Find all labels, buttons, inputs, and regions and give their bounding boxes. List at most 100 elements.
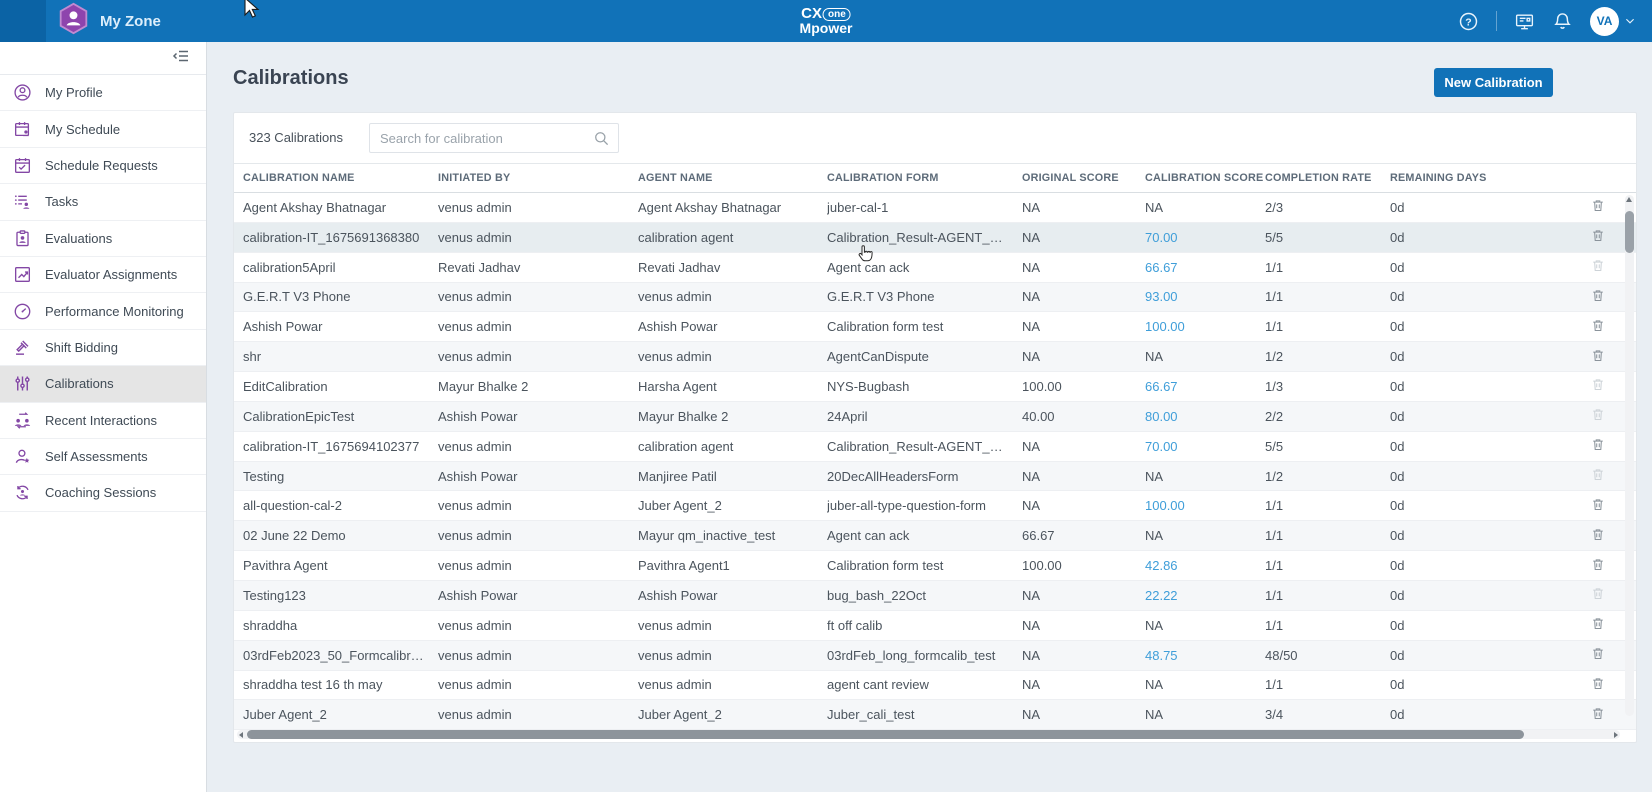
help-icon[interactable]: ? <box>1458 11 1479 32</box>
cell-completion-rate: 3/4 <box>1265 707 1390 722</box>
table-row[interactable]: all-question-cal-2venus adminJuber Agent… <box>234 491 1636 521</box>
cell-calibration-score[interactable]: 70.00 <box>1145 230 1265 245</box>
table-row[interactable]: shraddhavenus adminvenus adminft off cal… <box>234 611 1636 641</box>
table-row[interactable]: 02 June 22 Demovenus adminMayur qm_inact… <box>234 521 1636 551</box>
vertical-scrollbar-thumb[interactable] <box>1625 211 1634 253</box>
column-header-calibration-score[interactable]: CALIBRATION SCORE <box>1145 172 1265 184</box>
cell-calibration-form: Calibration_Result-AGENT_CAN_... <box>827 230 1022 245</box>
sidebar-item-recent-interactions[interactable]: Recent Interactions <box>0 403 206 439</box>
new-calibration-button[interactable]: New Calibration <box>1434 68 1553 97</box>
scroll-left-arrow[interactable] <box>239 732 243 738</box>
delete-row-button[interactable] <box>1576 287 1620 307</box>
horizontal-scrollbar-thumb[interactable] <box>247 730 1524 739</box>
cell-agent-name: Pavithra Agent1 <box>638 558 827 573</box>
table-row[interactable]: shraddha test 16 th mayvenus adminvenus … <box>234 671 1636 701</box>
cell-calibration-form: Agent can ack <box>827 260 1022 275</box>
cell-calibration-name: shraddha test 16 th may <box>243 677 438 692</box>
cell-original-score: 100.00 <box>1022 558 1145 573</box>
delete-row-button[interactable] <box>1576 496 1620 516</box>
search-box[interactable] <box>369 123 619 153</box>
sidebar-item-label: Evaluations <box>45 231 112 246</box>
sidebar-item-calibrations[interactable]: Calibrations <box>0 366 206 402</box>
table-row[interactable]: calibration5AprilRevati JadhavRevati Jad… <box>234 253 1636 283</box>
column-header-original-score[interactable]: ORIGINAL SCORE <box>1022 172 1145 184</box>
column-header-agent-name[interactable]: AGENT NAME <box>638 172 827 184</box>
cell-remaining-days: 0d <box>1390 200 1576 215</box>
delete-row-button[interactable] <box>1576 705 1620 725</box>
delete-row-button[interactable] <box>1576 675 1620 695</box>
notifications-bell-icon[interactable] <box>1552 11 1573 32</box>
table-row[interactable]: calibration-IT_1675694102377venus adminc… <box>234 432 1636 462</box>
scroll-right-arrow[interactable] <box>1614 732 1618 738</box>
sidebar-item-schedule-requests[interactable]: Schedule Requests <box>0 148 206 184</box>
cell-calibration-score[interactable]: 66.67 <box>1145 260 1265 275</box>
trash-icon <box>1590 347 1606 367</box>
cell-original-score: 100.00 <box>1022 379 1145 394</box>
task-list-icon <box>13 192 32 211</box>
cell-calibration-score[interactable]: 22.22 <box>1145 588 1265 603</box>
app-launcher-button[interactable] <box>0 0 46 42</box>
scroll-up-arrow[interactable] <box>1626 197 1632 202</box>
trash-icon <box>1590 436 1606 456</box>
cell-calibration-score[interactable]: 80.00 <box>1145 409 1265 424</box>
sidebar-item-evaluations[interactable]: Evaluations <box>0 221 206 257</box>
sidebar-item-coaching-sessions[interactable]: Coaching Sessions <box>0 475 206 511</box>
table-row[interactable]: EditCalibrationMayur Bhalke 2Harsha Agen… <box>234 372 1636 402</box>
sidebar-item-label: Tasks <box>45 194 78 209</box>
delete-row-button[interactable] <box>1576 347 1620 367</box>
vertical-scrollbar[interactable] <box>1625 195 1634 716</box>
table-row[interactable]: TestingAshish PowarManjiree Patil20DecAl… <box>234 462 1636 492</box>
horizontal-scrollbar[interactable] <box>237 730 1620 739</box>
header-divider <box>1496 11 1497 31</box>
cell-completion-rate: 1/1 <box>1265 498 1390 513</box>
sidebar-item-my-schedule[interactable]: My Schedule <box>0 111 206 147</box>
table-row[interactable]: Juber Agent_2venus adminJuber Agent_2Jub… <box>234 700 1636 730</box>
cell-calibration-score[interactable]: 93.00 <box>1145 289 1265 304</box>
delete-row-button[interactable] <box>1576 556 1620 576</box>
cell-calibration-score[interactable]: 48.75 <box>1145 648 1265 663</box>
sidebar-item-self-assessments[interactable]: Self Assessments <box>0 439 206 475</box>
table-row[interactable]: shrvenus adminvenus adminAgentCanDispute… <box>234 342 1636 372</box>
column-header-calibration-name[interactable]: CALIBRATION NAME <box>243 172 438 184</box>
column-header-calibration-form[interactable]: CALIBRATION FORM <box>827 172 1022 184</box>
table-row[interactable]: Ashish Powarvenus adminAshish PowarCalib… <box>234 312 1636 342</box>
search-input[interactable] <box>370 131 593 146</box>
delete-row-button[interactable] <box>1576 436 1620 456</box>
cell-remaining-days: 0d <box>1390 707 1576 722</box>
table-row[interactable]: Pavithra Agentvenus adminPavithra Agent1… <box>234 551 1636 581</box>
delete-row-button[interactable] <box>1576 645 1620 665</box>
sidebar-item-my-profile[interactable]: My Profile <box>0 75 206 111</box>
cell-completion-rate: 1/1 <box>1265 289 1390 304</box>
table-row[interactable]: Testing123Ashish PowarAshish Powarbug_ba… <box>234 581 1636 611</box>
sidebar-item-shift-bidding[interactable]: Shift Bidding <box>0 330 206 366</box>
screen-share-icon[interactable] <box>1514 11 1535 32</box>
sidebar-item-performance-monitoring[interactable]: Performance Monitoring <box>0 293 206 329</box>
delete-row-button[interactable] <box>1576 197 1620 217</box>
delete-row-button[interactable] <box>1576 227 1620 247</box>
column-header-completion-rate[interactable]: COMPLETION RATE <box>1265 172 1390 184</box>
delete-row-button[interactable] <box>1576 526 1620 546</box>
column-header-initiated-by[interactable]: INITIATED BY <box>438 172 638 184</box>
user-menu[interactable]: VA <box>1590 7 1636 36</box>
sidebar-item-tasks[interactable]: Tasks <box>0 184 206 220</box>
delete-row-button[interactable] <box>1576 317 1620 337</box>
table-row[interactable]: CalibrationEpicTestAshish PowarMayur Bha… <box>234 402 1636 432</box>
cell-calibration-score[interactable]: 70.00 <box>1145 439 1265 454</box>
column-header-remaining-days[interactable]: REMAINING DAYS <box>1390 172 1576 184</box>
cell-calibration-score[interactable]: 42.86 <box>1145 558 1265 573</box>
cell-calibration-form: Juber_cali_test <box>827 707 1022 722</box>
sidebar-item-evaluator-assignments[interactable]: Evaluator Assignments <box>0 257 206 293</box>
cell-calibration-score[interactable]: 100.00 <box>1145 319 1265 334</box>
table-row[interactable]: calibration-IT_1675691368380venus adminc… <box>234 223 1636 253</box>
delete-row-button <box>1576 257 1620 277</box>
cell-calibration-form: agent cant review <box>827 677 1022 692</box>
cell-calibration-name: Testing <box>243 469 438 484</box>
table-row[interactable]: Agent Akshay Bhatnagarvenus adminAgent A… <box>234 193 1636 223</box>
avatar[interactable]: VA <box>1590 7 1619 36</box>
table-row[interactable]: 03rdFeb2023_50_Formcalibratio...venus ad… <box>234 641 1636 671</box>
table-row[interactable]: G.E.R.T V3 Phonevenus adminvenus adminG.… <box>234 283 1636 313</box>
cell-calibration-score[interactable]: 100.00 <box>1145 498 1265 513</box>
cell-calibration-score[interactable]: 66.67 <box>1145 379 1265 394</box>
collapse-menu-icon[interactable] <box>171 46 191 71</box>
delete-row-button[interactable] <box>1576 615 1620 635</box>
